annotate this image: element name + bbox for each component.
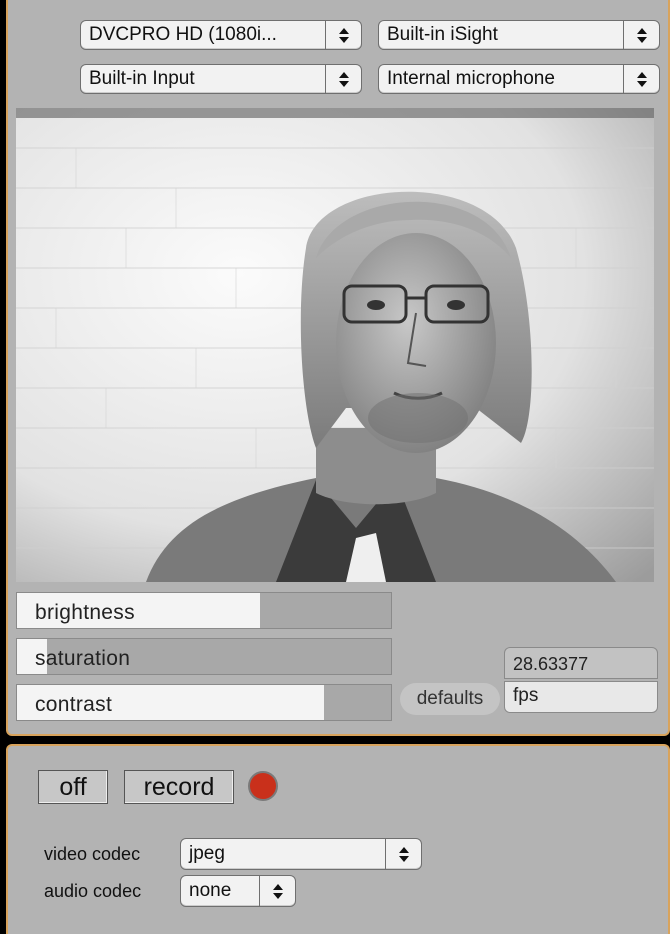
saturation-slider[interactable]: saturation (16, 638, 392, 675)
audio-input-value: Built-in Input (89, 68, 195, 89)
stepper-arrows-icon[interactable] (385, 839, 421, 869)
brightness-label: brightness (35, 601, 135, 624)
saturation-label: saturation (35, 647, 131, 670)
audio-codec-select[interactable]: none (180, 875, 296, 907)
video-device-select[interactable]: Built-in iSight (378, 20, 660, 50)
video-codec-select[interactable]: jpeg (180, 838, 422, 870)
contrast-label: contrast (35, 693, 113, 716)
off-button[interactable]: off (38, 770, 108, 804)
audio-codec-label: audio codec (44, 881, 142, 901)
video-codec-value: jpeg (189, 843, 225, 864)
video-device-value: Built-in iSight (387, 24, 498, 45)
audio-codec-value: none (189, 880, 232, 901)
audio-device-select[interactable]: Internal microphone (378, 64, 660, 94)
fps-label: fps (504, 681, 658, 713)
record-button[interactable]: record (124, 770, 234, 804)
video-preview (16, 108, 654, 582)
video-format-value: DVCPRO HD (1080i... (89, 24, 277, 45)
brightness-slider[interactable]: brightness (16, 592, 392, 629)
stepper-arrows-icon[interactable] (325, 21, 361, 49)
contrast-slider[interactable]: contrast (16, 684, 392, 721)
record-indicator-icon (248, 771, 278, 801)
fps-readout: 28.63377 (504, 647, 658, 679)
audio-input-select[interactable]: Built-in Input (80, 64, 362, 94)
audio-device-value: Internal microphone (387, 68, 555, 89)
stepper-arrows-icon[interactable] (623, 65, 659, 93)
video-format-select[interactable]: DVCPRO HD (1080i... (80, 20, 362, 50)
stepper-arrows-icon[interactable] (325, 65, 361, 93)
stepper-arrows-icon[interactable] (259, 876, 295, 906)
defaults-button[interactable]: defaults (400, 683, 500, 715)
camera-frame-image (16, 108, 654, 582)
video-codec-label: video codec (44, 844, 141, 864)
stepper-arrows-icon[interactable] (623, 21, 659, 49)
